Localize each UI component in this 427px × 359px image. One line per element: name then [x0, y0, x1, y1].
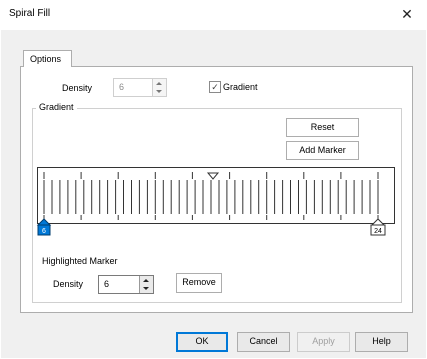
cancel-button-label: Cancel	[249, 336, 278, 346]
reset-button[interactable]: Reset	[286, 118, 359, 137]
reset-button-label: Reset	[310, 122, 335, 132]
marker-start-label: 6	[42, 228, 46, 235]
highlighted-marker-label: Highlighted Marker	[42, 256, 118, 266]
density-value: 6	[119, 82, 125, 92]
gradient-checkbox[interactable]: ✓	[209, 81, 221, 93]
marker-end-label: 24	[374, 228, 382, 235]
marker-density-spinner[interactable]: 6	[98, 275, 154, 294]
add-marker-button-label: Add Marker	[299, 145, 346, 155]
apply-button[interactable]: Apply	[297, 332, 350, 352]
density-spin-buttons	[152, 79, 166, 96]
density-label: Density	[62, 83, 93, 93]
ok-button[interactable]: OK	[176, 332, 228, 352]
help-button[interactable]: Help	[355, 332, 408, 352]
gradient-scale[interactable]: 6 24	[36, 166, 396, 240]
spin-up-icon[interactable]	[143, 279, 149, 282]
spin-down-icon[interactable]	[143, 287, 149, 290]
close-icon[interactable]: ✕	[399, 6, 415, 22]
gradient-group-title: Gradient	[36, 102, 77, 112]
remove-button-label: Remove	[182, 277, 216, 287]
marker-density-label: Density	[53, 279, 84, 289]
marker-density-value[interactable]: 6	[104, 279, 109, 289]
density-spinner: 6	[113, 78, 167, 97]
remove-button[interactable]: Remove	[176, 273, 222, 293]
tab-options[interactable]: Options	[23, 50, 72, 67]
ok-button-label: OK	[195, 336, 209, 346]
spiral-fill-dialog: Spiral Fill ✕ Options Density 6 ✓ Gradie…	[0, 0, 427, 359]
apply-button-label: Apply	[312, 336, 335, 346]
cancel-button[interactable]: Cancel	[237, 332, 290, 352]
spin-down-icon	[156, 90, 162, 93]
title-bar: Spiral Fill ✕	[0, 0, 427, 30]
window-title: Spiral Fill	[9, 8, 51, 19]
gradient-checkbox-label: Gradient	[223, 82, 258, 92]
add-marker-button[interactable]: Add Marker	[286, 141, 359, 160]
spin-up-icon	[156, 82, 162, 85]
tab-options-label: Options	[30, 54, 62, 64]
help-button-label: Help	[372, 336, 391, 346]
marker-density-spin-buttons[interactable]	[139, 276, 153, 293]
